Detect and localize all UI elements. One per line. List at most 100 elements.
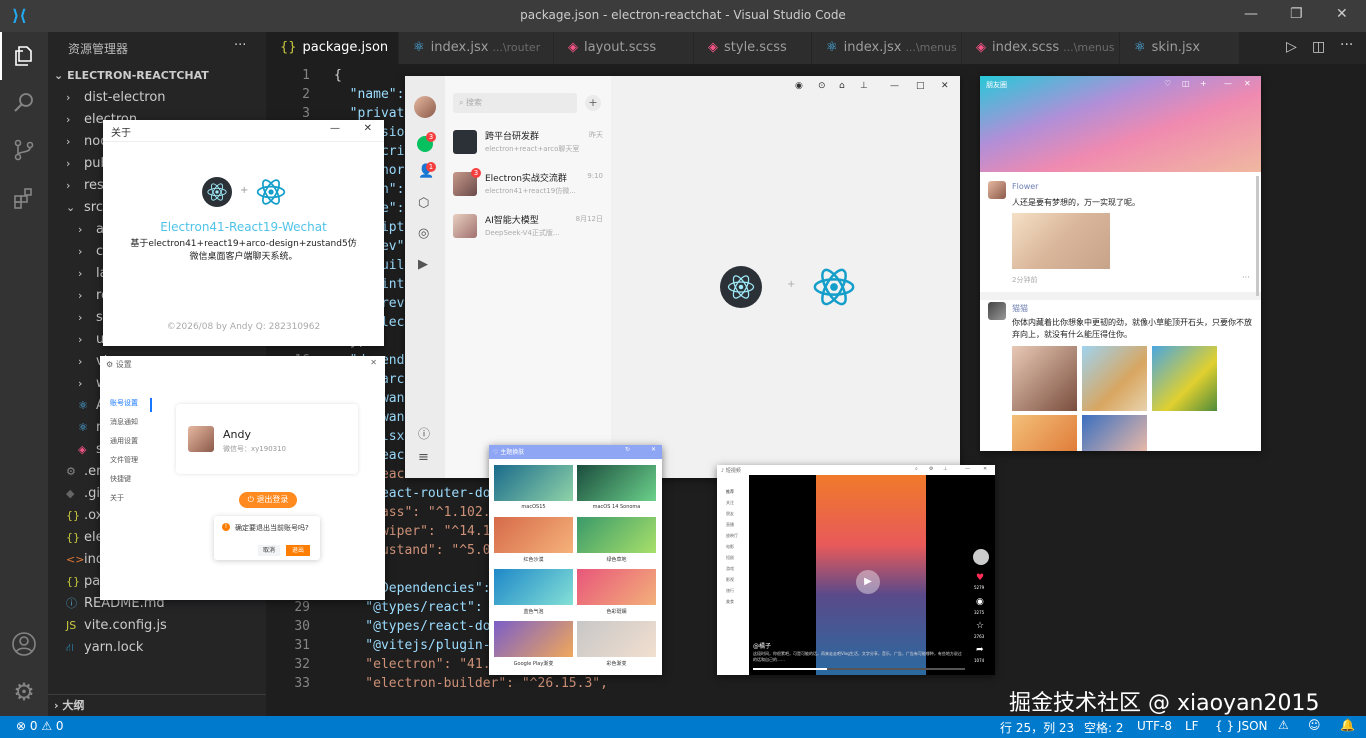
logout-button[interactable]: ⏻ 退出登录 [239,492,297,508]
tab-index-scss[interactable]: ◈ index.scss ...\menus [962,32,1120,64]
video-search-icon[interactable]: ⌕ [915,466,918,472]
cube-icon[interactable]: ⬡ [418,196,429,211]
close-icon[interactable]: ✕ [1336,6,1348,22]
tab-layout-scss[interactable]: ◈ layout.scss [554,32,694,64]
copilot-icon[interactable]: ⚠ [1278,718,1289,732]
video-menu-item[interactable]: 短剧 [726,555,734,561]
favorite-icon[interactable]: ☆ [976,621,984,631]
source-control-icon[interactable] [0,126,48,174]
info-icon[interactable]: ⓘ [418,425,430,442]
video-frame[interactable]: ▶ [816,475,926,675]
settings-menu-item[interactable]: 消息通知 [110,417,138,427]
video-pin-icon[interactable]: ⊥ [943,466,947,472]
settings-menu-item[interactable]: 文件管理 [110,455,138,465]
tree-item[interactable]: › dist-electron [48,87,266,109]
menu-icon[interactable]: ≡ [418,450,429,465]
session-item[interactable]: AI智能大模型 DeepSeek-V4正式版... 8月12日 [445,210,611,252]
share-icon[interactable]: ➦ [976,645,984,655]
theme-option[interactable]: macOS15 [494,465,573,515]
post-image[interactable] [1012,415,1077,451]
video-menu-item[interactable]: 电影 [726,544,734,550]
theme-option[interactable]: 彩色渐变 [577,621,656,671]
theme-option[interactable]: 红色沙漠 [494,517,573,567]
video-menu-item[interactable]: 游戏 [726,566,734,572]
code-line[interactable]: "@vitejs/plugin- [334,636,490,655]
video-menu-item[interactable]: 旅行 [726,588,734,594]
video-menu-item[interactable]: 影视 [726,577,734,583]
chat-close-icon[interactable]: ✕ [941,81,949,91]
chat-maximize-icon[interactable]: □ [916,81,925,91]
camera-icon[interactable]: ◫ [1182,79,1190,88]
video-progress[interactable] [753,668,965,670]
code-line[interactable]: { [334,66,342,85]
encoding[interactable]: UTF-8 [1137,719,1172,733]
settings-close-icon[interactable]: ✕ [370,358,377,367]
settings-menu-item[interactable]: 账号设置 [110,398,138,408]
like-icon[interactable]: ♥ [976,573,984,583]
video-menu-item[interactable]: 推荐 [726,489,734,495]
search-icon[interactable] [0,78,48,126]
explorer-icon[interactable] [0,32,48,80]
video-icon[interactable]: ▶ [418,257,428,272]
code-line[interactable]: "@types/react": [334,598,482,617]
chat-minimize-icon[interactable]: — [890,81,899,91]
theme-option[interactable]: 蓝色气泡 [494,569,573,619]
video-close-icon[interactable]: ✕ [983,466,987,472]
more-actions-icon[interactable]: ··· [234,38,246,53]
moments-minimize-icon[interactable]: — [1224,79,1232,88]
video-author-avatar[interactable] [973,549,989,565]
shirt-icon[interactable]: ⌂ [839,81,845,91]
minimize-icon[interactable]: — [1244,6,1258,22]
theme-close-icon[interactable]: ✕ [651,446,656,453]
outline-section[interactable]: › 大纲 [48,694,266,716]
split-editor-icon[interactable]: ◫ [1312,39,1325,55]
post-image[interactable] [1012,213,1110,269]
post-image[interactable] [1012,346,1077,411]
post-image[interactable] [1082,346,1147,411]
theme-option[interactable]: 绿色草地 [577,517,656,567]
more-icon[interactable]: ··· [1340,37,1353,53]
skin-icon[interactable]: ◉ [795,81,803,91]
search-box[interactable]: ⌕ 搜索 [453,93,577,113]
post-image[interactable] [1152,346,1217,411]
session-item[interactable]: 跨平台研发群 electron+react+arco聊天室 昨天 [445,126,611,168]
tab-index-jsx[interactable]: ⚛ index.jsx ...\menus [812,32,962,64]
moments-close-icon[interactable]: ✕ [1244,79,1251,88]
moments-scrollbar[interactable] [1256,176,1259,296]
video-play-icon[interactable]: ▶ [856,570,880,594]
tab-style-scss[interactable]: ◈ style.scss [694,32,812,64]
settings-menu-item[interactable]: 快捷键 [110,474,131,484]
comment-icon[interactable]: ◉ [976,597,984,607]
about-minimize-icon[interactable]: — [330,123,340,134]
project-root[interactable]: ⌄ ELECTRON-REACTCHAT [48,65,266,87]
theme-option[interactable]: Google Play渐变 [494,621,573,671]
moments-icon[interactable]: ◎ [418,226,429,241]
add-chat-button[interactable]: + [585,95,601,111]
add-post-icon[interactable]: + [1200,79,1207,88]
theme-option[interactable]: macOS 14 Sonoma [577,465,656,515]
cancel-button[interactable]: 取消 [258,545,280,556]
video-settings-icon[interactable]: ⚙ [929,466,933,472]
settings-menu-item[interactable]: 关于 [110,493,124,503]
video-menu-item[interactable]: 关注 [726,500,734,506]
extensions-icon[interactable] [0,174,48,222]
feedback-icon[interactable]: ☺ [1308,718,1321,732]
tab-skin-jsx[interactable]: ⚛ skin.jsx [1120,32,1240,64]
play-circle-icon[interactable]: ⊙ [818,81,826,91]
settings-gear-icon[interactable]: ⚙ [0,668,48,716]
problems-indicator[interactable]: ⊗ 0 ⚠ 0 [16,719,64,733]
tab-index-jsx[interactable]: ⚛ index.jsx ...\router [399,32,554,64]
language-mode[interactable]: { } JSON [1215,719,1267,733]
eol[interactable]: LF [1185,719,1199,733]
user-avatar[interactable] [414,96,436,118]
settings-menu-item[interactable]: 通用设置 [110,436,138,446]
notifications-bell-icon[interactable]: 🔔 [1340,718,1355,732]
code-line[interactable]: "name": [334,85,412,104]
restore-icon[interactable]: ❐ [1290,6,1303,22]
about-close-icon[interactable]: ✕ [364,123,372,134]
indent-setting[interactable]: 空格: 2 [1084,719,1124,736]
tree-item[interactable]: JS vite.config.js [48,615,266,637]
code-line[interactable]: "@types/react-dom [334,617,498,636]
code-line[interactable]: "electron-builder": "^26.15.3", [334,674,608,693]
tree-item[interactable]: ⛙ yarn.lock [48,637,266,659]
